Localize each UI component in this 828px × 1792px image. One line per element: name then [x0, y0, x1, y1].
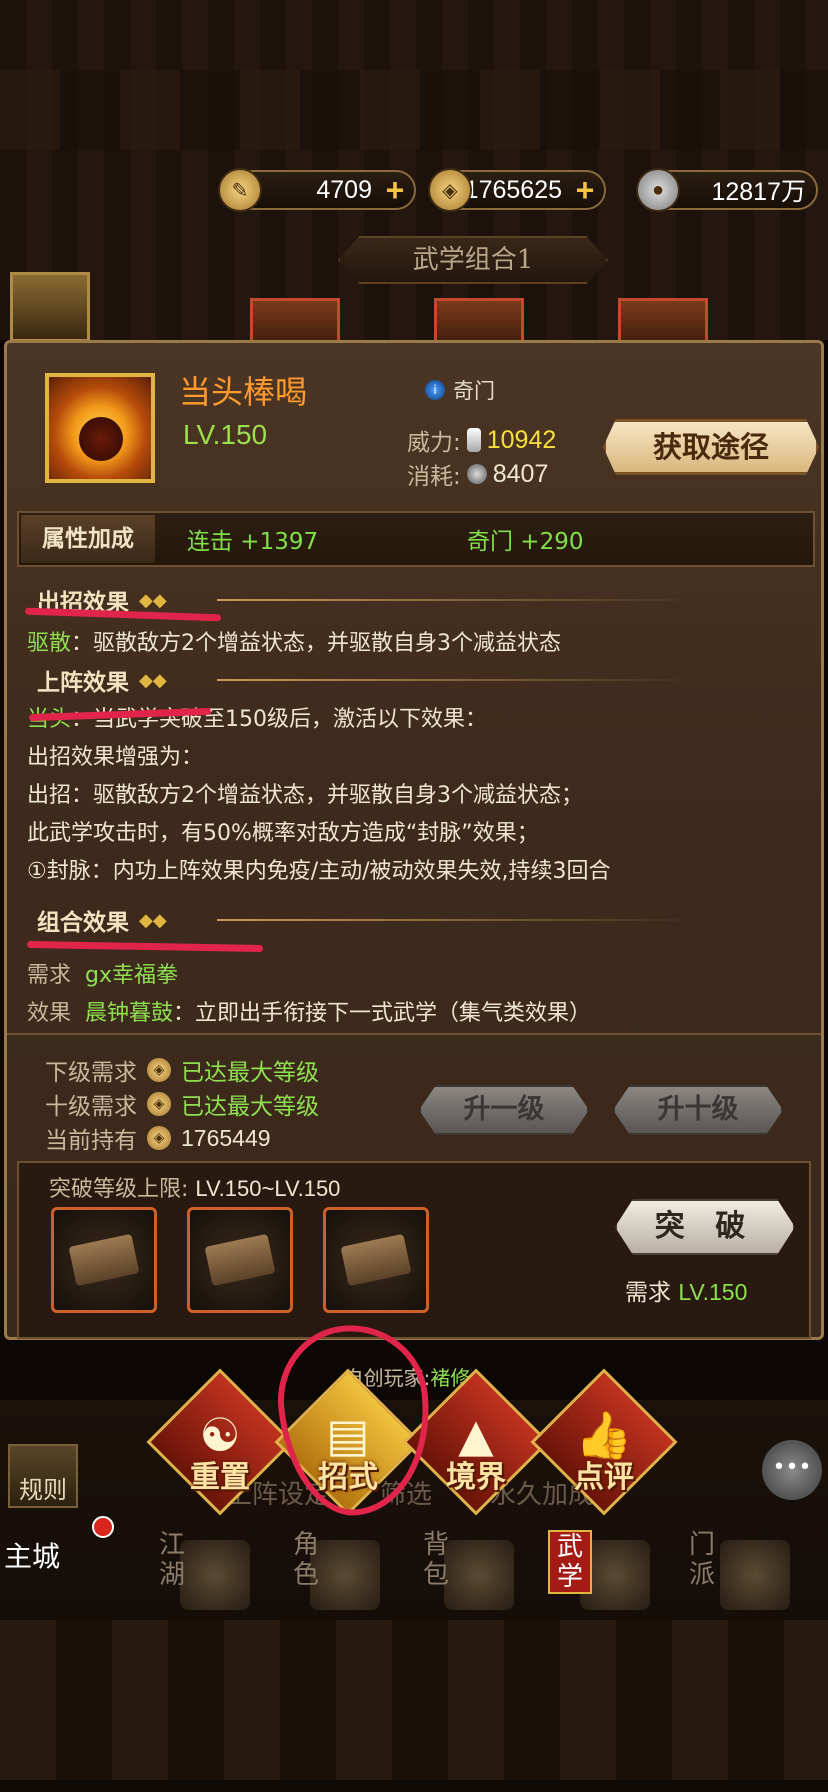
silver-coin-icon: ● — [636, 168, 680, 212]
currency-value: 4709 — [316, 175, 372, 204]
notification-dot — [92, 1516, 114, 1538]
plus-icon[interactable]: + — [380, 174, 410, 206]
section-deploy-title: 上阵效果 ◆◆ — [37, 669, 167, 696]
skill-level: LV.150 — [183, 419, 268, 450]
chat-icon[interactable]: ••• — [762, 1440, 822, 1500]
nav-sect-icon — [720, 1540, 790, 1610]
tael-icon: ◈ — [147, 1058, 171, 1082]
breakthrough-box: 突破等级上限: LV.150~LV.150 突 破 需求 LV.150 — [17, 1161, 811, 1339]
skill-name: 当头棒喝 — [179, 373, 308, 411]
breakthrough-material-slot[interactable] — [187, 1207, 293, 1313]
currency-silver: ● 12817万 — [636, 168, 818, 212]
skill-detail-panel: 当头棒喝 LV.150 i 奇门 威力: 10942 消耗: 8407 获取途径… — [4, 340, 824, 1340]
currency-tael[interactable]: ◈ 1765625 + — [428, 168, 606, 212]
tael-icon: ◈ — [428, 168, 472, 212]
scroll-book-icon — [68, 1233, 140, 1287]
skill-school: i 奇门 — [425, 375, 495, 405]
currency-value: 12817万 — [711, 178, 806, 206]
nav-main-city[interactable]: 主城 — [4, 1540, 84, 1574]
nav-bag[interactable]: 背包 — [414, 1530, 458, 1590]
get-source-button[interactable]: 获取途径 — [603, 419, 819, 475]
level-up-one-button[interactable]: 升一级 — [419, 1085, 589, 1135]
tael-icon: ◈ — [147, 1126, 171, 1150]
review-button[interactable]: 点评 — [549, 1452, 659, 1496]
deploy-effect-line: 此武学攻击时，有50%概率对敌方造成“封脉”效果； — [27, 821, 539, 846]
attribute-qimen: 奇门 +290 — [467, 529, 584, 555]
attribute-label: 属性加成 — [21, 515, 155, 563]
scroll-book-icon — [340, 1233, 412, 1287]
cost-stat: 消耗: 8407 — [407, 459, 549, 491]
red-underline-annotation — [26, 940, 264, 953]
attack-effect-text: 驱散：驱散敌方2个增益状态，并驱散自身3个减益状态 — [27, 631, 562, 656]
attribute-bar: 属性加成 连击 +1397 奇门 +290 — [17, 511, 815, 567]
info-icon: i — [425, 380, 445, 400]
skill-icon — [45, 373, 155, 483]
nav-character[interactable]: 角色 — [284, 1530, 328, 1590]
divider — [217, 919, 697, 921]
deploy-effect-line: 出招：驱散敌方2个增益状态，并驱散自身3个减益状态； — [27, 783, 583, 808]
realm-button[interactable]: 境界 — [421, 1452, 531, 1496]
sword-icon — [466, 428, 481, 452]
divider — [7, 1033, 821, 1035]
yinyang-icon — [466, 464, 487, 484]
current-holding: 当前持有 ◈ 1765449 — [45, 1124, 271, 1155]
divider — [217, 599, 697, 601]
nav-sect[interactable]: 门派 — [680, 1530, 724, 1590]
diamond-icon: ◆◆ — [139, 909, 167, 931]
divider — [217, 679, 697, 681]
breakthrough-material-slot[interactable] — [323, 1207, 429, 1313]
side-banner — [10, 272, 90, 342]
nav-martial-arts[interactable]: 武学 — [548, 1530, 592, 1594]
scroll-book-icon — [204, 1233, 276, 1287]
plus-icon[interactable]: + — [570, 174, 600, 206]
diamond-icon: ◆◆ — [139, 669, 167, 691]
deploy-effect-line: ①封脉：内功上阵效果内免疫/主动/被动效果失效,持续3回合 — [27, 859, 611, 884]
next-level-requirement: 下级需求 ◈ 已达最大等级 — [45, 1058, 319, 1086]
rules-button[interactable]: 规则 — [8, 1444, 78, 1508]
breakthrough-title: 突破等级上限: LV.150~LV.150 — [49, 1176, 341, 1202]
tael-icon: ◈ — [147, 1092, 171, 1116]
breakthrough-material-slot[interactable] — [51, 1207, 157, 1313]
diamond-icon: ◆◆ — [139, 589, 167, 611]
deploy-effect-line: 出招效果增强为： — [27, 745, 204, 770]
attribute-combo: 连击 +1397 — [187, 529, 319, 555]
combo-title[interactable]: 武学组合1 — [338, 236, 608, 284]
combo-effect: 效果 晨钟暮鼓：立即出手衔接下一式武学（集气类效果） — [27, 1001, 592, 1026]
section-combo-title: 组合效果 ◆◆ — [37, 909, 167, 936]
breakthrough-button[interactable]: 突 破 — [615, 1199, 795, 1255]
nav-jianghu[interactable]: 江湖 — [150, 1530, 194, 1590]
power-stat: 威力: 10942 — [407, 425, 557, 457]
currency-scroll[interactable]: ✎ 4709 + — [218, 168, 416, 212]
reset-button[interactable]: 重置 — [165, 1452, 275, 1496]
ten-level-requirement: 十级需求 ◈ 已达最大等级 — [45, 1092, 319, 1120]
breakthrough-requirement: 需求 LV.150 — [625, 1279, 748, 1306]
combo-requirement: 需求 gx幸福拳 — [27, 963, 179, 988]
currency-value: 1765625 — [464, 175, 562, 204]
scroll-icon: ✎ — [218, 168, 262, 212]
level-up-ten-button[interactable]: 升十级 — [613, 1085, 783, 1135]
